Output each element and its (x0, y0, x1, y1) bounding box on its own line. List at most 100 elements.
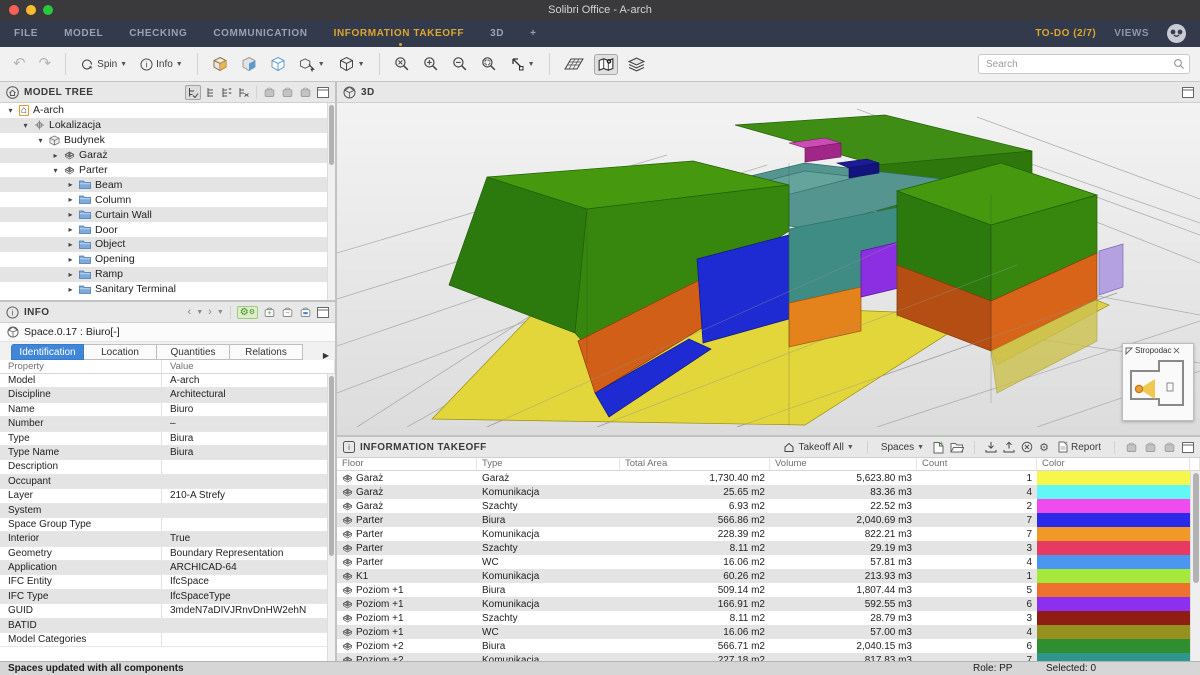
tab-relations[interactable]: Relations (230, 344, 303, 360)
tree-item-ramp[interactable]: ▸Ramp (0, 267, 335, 282)
takeoff-color-swatch[interactable] (1037, 569, 1190, 583)
panel-layout-icon[interactable] (317, 307, 329, 318)
takeoff-row[interactable]: ParterSzachty8.11 m229.19 m33 (337, 541, 1200, 555)
spin-tool-button[interactable]: Spin▼ (77, 56, 130, 73)
takeoff-color-swatch[interactable] (1037, 485, 1190, 499)
tab-location[interactable]: Location (84, 344, 157, 360)
expand-arrow-icon[interactable]: ▸ (66, 285, 75, 294)
takeoff-column-type[interactable]: Type (477, 458, 620, 470)
takeoff-row[interactable]: ParterWC16.06 m257.81 m34 (337, 555, 1200, 569)
collapse-arrow-icon[interactable]: ▾ (21, 121, 30, 130)
paint-selection-button[interactable]: ▼ (296, 55, 328, 74)
info-forward-button[interactable]: › (208, 306, 212, 318)
takeoff-row[interactable]: Poziom +1Biura509.14 m21,807.44 m35 (337, 583, 1200, 597)
tree-view-flat-button[interactable] (206, 87, 216, 98)
show-selected-cube-icon[interactable] (238, 54, 260, 74)
takeoff-color-swatch[interactable] (1037, 541, 1190, 555)
minimap-expand-icon[interactable] (1173, 347, 1180, 354)
takeoff-row[interactable]: Poziom +1WC16.06 m257.00 m34 (337, 625, 1200, 639)
tree-item-opening[interactable]: ▸Opening (0, 252, 335, 267)
tree-item-a-arch[interactable]: ▾⌂A-arch (0, 103, 335, 118)
takeoff-row[interactable]: GarażKomunikacja25.65 m283.36 m34 (337, 485, 1200, 499)
takeoff-row[interactable]: Poziom +2Biura566.71 m22,040.15 m36 (337, 639, 1200, 653)
search-input[interactable] (978, 54, 1190, 74)
tree-item-lokalizacja[interactable]: ▾Lokalizacja (0, 118, 335, 133)
redo-button[interactable]: ↷ (36, 55, 55, 73)
menu-item-model[interactable]: MODEL (64, 28, 103, 39)
panel-layout-icon[interactable] (317, 87, 329, 98)
footprint-tool-button[interactable] (561, 55, 587, 73)
tree-item-column[interactable]: ▸Column (0, 192, 335, 207)
takeoff-column-count[interactable]: Count (917, 458, 1037, 470)
takeoff-row[interactable]: Poziom +1Szachty8.11 m228.79 m33 (337, 611, 1200, 625)
zoom-out-button[interactable] (449, 54, 471, 74)
expand-arrow-icon[interactable]: ▸ (66, 225, 75, 234)
tree-view-layers-button[interactable] (221, 87, 233, 98)
takeoff-row[interactable]: Poziom +1Komunikacja166.91 m2592.55 m36 (337, 597, 1200, 611)
takeoff-color-swatch[interactable] (1037, 527, 1190, 541)
collapse-arrow-icon[interactable]: ▾ (51, 166, 60, 175)
takeoff-row[interactable]: ParterBiura566.86 m22,040.69 m37 (337, 513, 1200, 527)
takeoff-column-floor[interactable]: Floor (337, 458, 477, 470)
menu-item-information-takeoff[interactable]: INFORMATION TAKEOFF (334, 28, 464, 39)
zoom-fit-button[interactable] (391, 54, 413, 74)
takeoff-row[interactable]: K1Komunikacja60.26 m2213.93 m31 (337, 569, 1200, 583)
info-forward-menu-button[interactable]: ▼ (217, 309, 224, 316)
tree-item-beam[interactable]: ▸Beam (0, 177, 335, 192)
zoom-in-button[interactable] (420, 54, 442, 74)
hide-cube-icon[interactable] (267, 54, 289, 74)
takeoff-row[interactable]: GarażGaraż1,730.40 m25,623.80 m31 (337, 471, 1200, 485)
basket-add-button[interactable]: + (263, 306, 276, 318)
expand-arrow-icon[interactable]: ▸ (66, 210, 75, 219)
tab-identification[interactable]: Identification (11, 344, 84, 360)
takeoff-color-swatch[interactable] (1037, 653, 1190, 661)
collapse-arrow-icon[interactable]: ▾ (6, 106, 15, 115)
remove-values-icon[interactable] (1021, 441, 1033, 453)
takeoff-column-total-area[interactable]: Total Area (620, 458, 770, 470)
tree-view-hierarchy-button[interactable] (185, 85, 201, 100)
menu-item-file[interactable]: FILE (14, 28, 38, 39)
import-icon[interactable] (985, 441, 997, 453)
takeoff-color-swatch[interactable] (1037, 513, 1190, 527)
menu-item--[interactable]: + (530, 28, 536, 39)
auto-update-toggle[interactable]: ⚙⚙ (237, 306, 258, 319)
takeoff-color-swatch[interactable] (1037, 555, 1190, 569)
todo-button[interactable]: TO-DO (2/7) (1035, 28, 1096, 39)
collapse-arrow-icon[interactable]: ▾ (36, 136, 45, 145)
takeoff-column-color[interactable]: Color (1037, 458, 1190, 470)
minimize-window-button[interactable] (26, 5, 36, 15)
takeoff-all-button[interactable]: Takeoff All▼ (780, 440, 856, 455)
layers-tool-button[interactable] (625, 55, 648, 74)
expand-arrow-icon[interactable]: ▸ (66, 240, 75, 249)
menu-item-3d[interactable]: 3D (490, 28, 504, 39)
expand-arrow-icon[interactable]: ▸ (66, 195, 75, 204)
takeoff-row[interactable]: ParterKomunikacja228.39 m2822.21 m37 (337, 527, 1200, 541)
takeoff-definition-select[interactable]: Spaces▼ (878, 440, 927, 455)
panel-layout-icon[interactable] (1182, 442, 1194, 453)
basket-set-disabled-icon[interactable] (1163, 441, 1176, 453)
settings-gear-icon[interactable]: ⚙ (1039, 441, 1049, 454)
panel-layout-icon[interactable] (1182, 87, 1194, 98)
takeoff-column-volume[interactable]: Volume (770, 458, 917, 470)
takeoff-color-swatch[interactable] (1037, 499, 1190, 513)
tree-view-custom-button[interactable] (238, 87, 250, 98)
select-tool-button[interactable]: ▼ (507, 55, 538, 74)
tree-item-garaż[interactable]: ▸Garaż (0, 148, 335, 163)
takeoff-row[interactable]: Poziom +2Komunikacja227.18 m2817.83 m37 (337, 653, 1200, 661)
map-tool-button[interactable] (594, 54, 618, 75)
show-model-cube-icon[interactable] (209, 54, 231, 74)
info-back-button[interactable]: ‹ (188, 306, 192, 318)
undo-button[interactable]: ↶ (10, 55, 29, 73)
new-takeoff-button[interactable]: + (933, 441, 944, 454)
export-icon[interactable] (1003, 441, 1015, 453)
floorplan-minimap[interactable]: Stropodac (1122, 343, 1194, 421)
info-scrollbar[interactable] (327, 374, 335, 661)
views-button[interactable]: VIEWS (1114, 28, 1149, 39)
tree-item-sanitary-terminal[interactable]: ▸Sanitary Terminal (0, 282, 335, 297)
takeoff-color-swatch[interactable] (1037, 639, 1190, 653)
takeoff-scrollbar[interactable] (1190, 471, 1200, 661)
basket-set-button[interactable] (299, 306, 312, 318)
basket-remove-disabled-icon[interactable] (281, 86, 294, 98)
menu-item-checking[interactable]: CHECKING (129, 28, 187, 39)
takeoff-color-swatch[interactable] (1037, 583, 1190, 597)
